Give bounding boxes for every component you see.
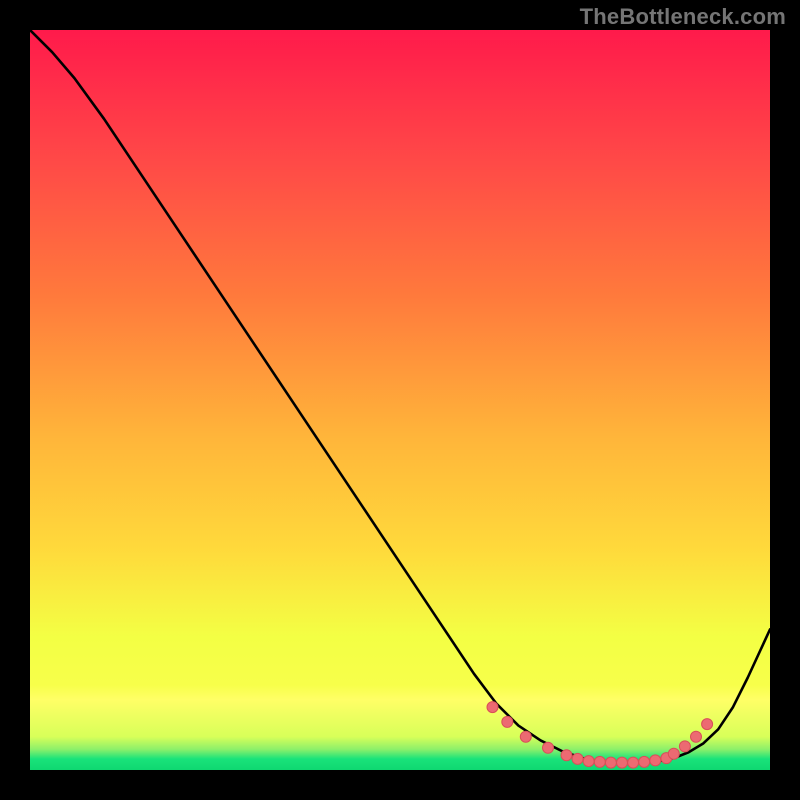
highlight-dot	[583, 756, 594, 767]
highlight-dot	[605, 757, 616, 768]
highlight-dot	[502, 716, 513, 727]
highlight-dot	[594, 756, 605, 767]
highlight-dot	[702, 719, 713, 730]
highlight-dot	[691, 731, 702, 742]
highlight-dot	[668, 748, 679, 759]
highlight-dot	[679, 741, 690, 752]
highlight-dot	[543, 742, 554, 753]
highlight-dot	[520, 731, 531, 742]
highlight-dot	[650, 755, 661, 766]
watermark-text: TheBottleneck.com	[580, 4, 786, 30]
highlight-dot	[628, 757, 639, 768]
highlight-dot	[639, 756, 650, 767]
highlight-dot	[561, 750, 572, 761]
highlight-dot	[572, 753, 583, 764]
highlight-dot	[487, 702, 498, 713]
highlight-dot	[617, 757, 628, 768]
bottleneck-chart	[30, 30, 770, 770]
